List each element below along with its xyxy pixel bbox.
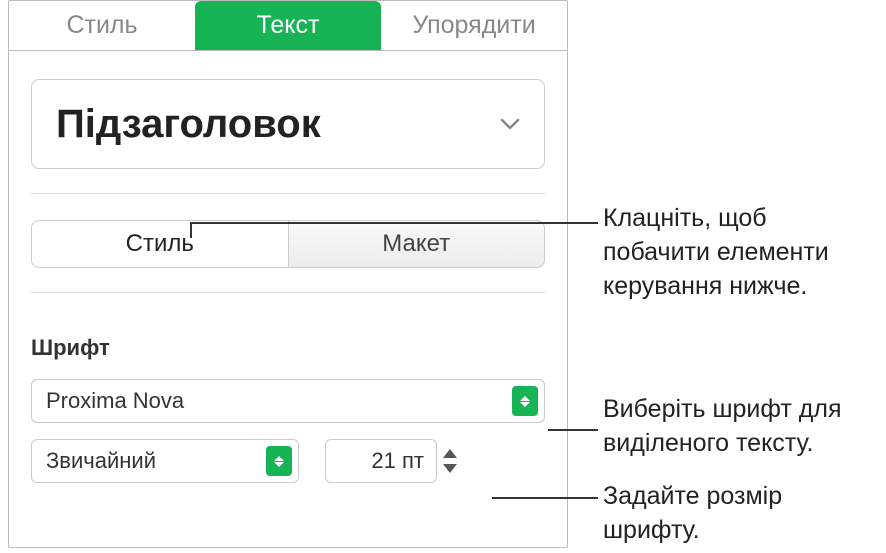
paragraph-style-dropdown[interactable]: Підзаголовок <box>31 79 545 169</box>
callout-line <box>190 222 192 238</box>
updown-icon <box>512 386 538 416</box>
font-section-label: Шрифт <box>31 335 545 361</box>
font-family-value: Proxima Nova <box>46 388 184 414</box>
style-layout-segmented: Стиль Макет <box>31 220 545 268</box>
callout-seg: Клацніть, щоб побачити елементи керуванн… <box>603 202 873 303</box>
tab-style[interactable]: Стиль <box>9 1 195 50</box>
callout-font: Виберіть шрифт для виділеного тексту. <box>603 393 883 461</box>
seg-layout-label: Макет <box>382 230 450 258</box>
stepper-down-icon <box>443 464 457 473</box>
seg-style[interactable]: Стиль <box>32 221 288 267</box>
seg-style-label: Стиль <box>126 230 194 258</box>
paragraph-style-label: Підзаголовок <box>56 102 321 147</box>
font-family-select[interactable]: Proxima Nova <box>31 379 545 423</box>
typeface-value: Звичайний <box>46 448 156 474</box>
chevron-down-icon <box>500 118 520 130</box>
top-tabs: Стиль Текст Упорядити <box>9 1 567 51</box>
font-size-stepper[interactable] <box>443 441 465 481</box>
tab-arrange[interactable]: Упорядити <box>381 1 567 50</box>
callout-line <box>548 429 598 431</box>
callout-line <box>190 222 598 224</box>
updown-icon <box>266 446 292 476</box>
tab-text[interactable]: Текст <box>195 1 381 50</box>
callout-line <box>492 497 598 499</box>
typeface-select[interactable]: Звичайний <box>31 439 299 483</box>
font-size-value: 21 пт <box>371 448 424 474</box>
callout-size: Задайте розмір шрифту. <box>603 480 863 548</box>
format-panel: Стиль Текст Упорядити Підзаголовок Стиль… <box>8 0 568 548</box>
seg-layout[interactable]: Макет <box>288 221 545 267</box>
tab-text-label: Текст <box>257 11 320 40</box>
divider <box>31 292 545 293</box>
font-size-input[interactable]: 21 пт <box>325 439 437 483</box>
font-size-group: 21 пт <box>325 439 465 483</box>
stepper-up-icon <box>443 449 457 458</box>
tab-arrange-label: Упорядити <box>412 11 535 40</box>
divider <box>31 193 545 194</box>
tab-style-label: Стиль <box>66 11 137 40</box>
